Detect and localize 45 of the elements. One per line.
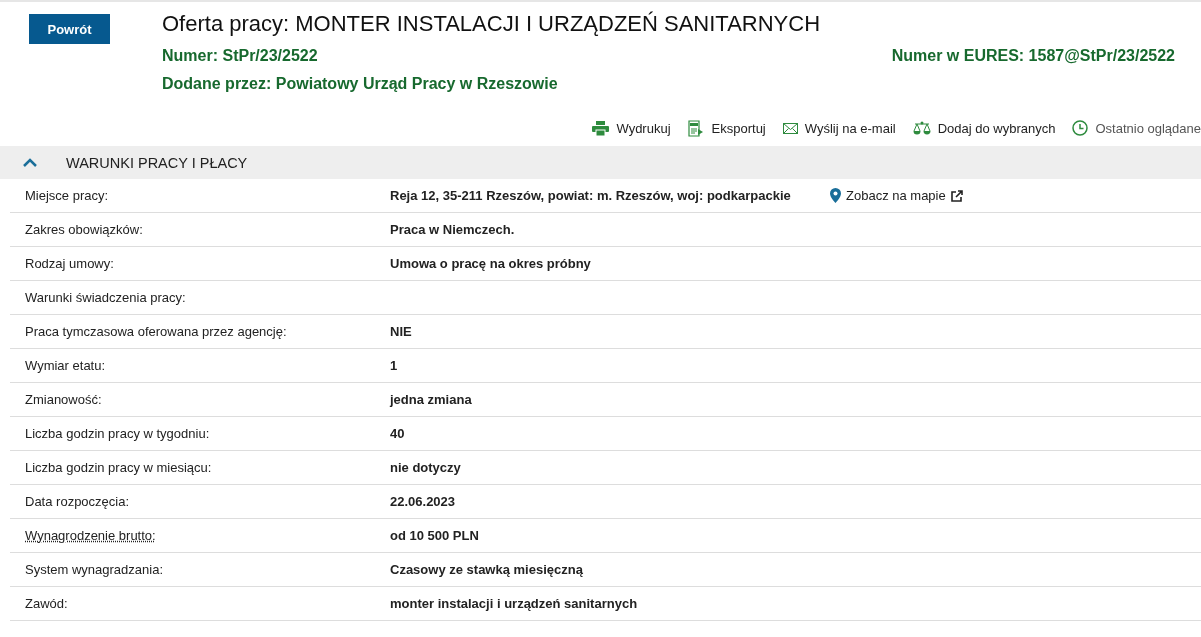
field-label: Warunki świadczenia pracy:	[25, 290, 186, 305]
map-pin-icon	[830, 188, 841, 203]
scales-icon	[912, 120, 931, 136]
toolbar-link[interactable]: Ostatnio oglądane	[1072, 120, 1201, 136]
field-label: Data rozpoczęcia:	[25, 494, 130, 509]
field-label: Rodzaj umowy:	[25, 256, 114, 271]
field-value: 22.06.2023	[390, 494, 457, 509]
field-label: Liczba godzin pracy w tygodniu:	[25, 426, 210, 441]
field-label: Liczba godzin pracy w miesiącu:	[25, 460, 212, 475]
offer-number: Numer: StPr/23/2522	[162, 47, 318, 65]
section-title: WARUNKI PRACY I PŁACY	[66, 154, 248, 171]
envelope-icon	[782, 122, 798, 134]
pdf-file-icon	[687, 119, 705, 137]
clock-icon	[1072, 120, 1089, 136]
printer-icon	[592, 120, 610, 136]
field-value: jedna zmiana	[390, 392, 473, 407]
field-value: 40	[390, 426, 406, 441]
toolbar-link[interactable]: Dodaj do wybranych	[912, 120, 1056, 136]
field-label: Wynagrodzenie brutto:	[25, 528, 156, 543]
field-value: Reja 12, 35-211 Rzeszów, powiat: m. Rzeszów, woj: podkarpackie	[390, 188, 792, 203]
back-button[interactable]: Powrót	[29, 14, 110, 44]
external-link-icon	[950, 189, 963, 202]
field-value: monter instalacji i urządzeń sanitarnych	[390, 596, 639, 611]
field-value: od 10 500 PLN	[390, 528, 480, 543]
map-link[interactable]: Zobacz na mapie	[830, 188, 963, 203]
added-by: Dodane przez: Powiatowy Urząd Pracy w Rzeszowie	[162, 75, 558, 93]
field-value: Praca w Niemczech.	[390, 222, 516, 237]
field-value: NIE	[390, 324, 413, 339]
field-label: Zakres obowiązków:	[25, 222, 143, 237]
page-title: Oferta pracy: MONTER INSTALACJI I URZĄDZEŃ SANITARNYCH	[162, 11, 822, 37]
field-label: Zmianowość:	[25, 392, 102, 407]
field-value: Czasowy ze stawką miesięczną	[390, 562, 584, 577]
toolbar-link[interactable]: Eksportuj	[687, 119, 766, 137]
field-label: Praca tymczasowa oferowana przez agencję:	[25, 324, 287, 339]
field-value: 1	[390, 358, 399, 373]
field-label: Wymiar etatu:	[25, 358, 106, 373]
field-value: Umowa o pracę na okres próbny	[390, 256, 592, 271]
field-value: nie dotyczy	[390, 460, 462, 475]
toolbar-link[interactable]: Wyślij na e-mail	[782, 120, 896, 136]
section-header[interactable]: WARUNKI PRACY I PŁACY	[0, 146, 1201, 179]
eures-number: Numer w EURES: 1587@StPr/23/2522	[891, 47, 1175, 65]
field-label: Miejsce pracy:	[25, 188, 109, 203]
field-label: System wynagradzania:	[25, 562, 163, 577]
toolbar-link[interactable]: Wydrukuj	[592, 120, 671, 136]
field-label: Zawód:	[25, 596, 68, 611]
